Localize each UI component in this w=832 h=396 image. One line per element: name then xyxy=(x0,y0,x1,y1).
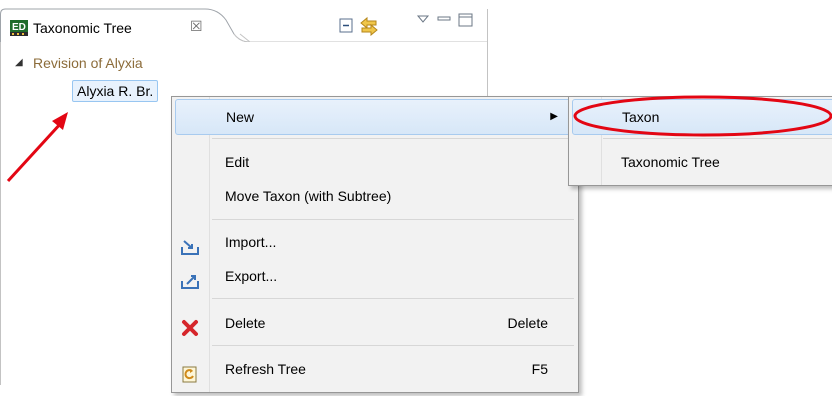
context-menu: New ▶ Edit Move Taxon (with Subtree) Imp… xyxy=(171,96,579,393)
tree-root-node[interactable]: Revision of Alyxia xyxy=(33,55,143,71)
tree-node-selected[interactable]: Alyxia R. Br. xyxy=(72,80,159,102)
menu-item-label: Taxonomic Tree xyxy=(621,154,720,170)
menu-item-new[interactable]: New ▶ xyxy=(175,99,575,135)
menu-separator xyxy=(212,219,574,220)
svg-text:ED: ED xyxy=(12,22,26,33)
new-submenu: Taxon Taxonomic Tree xyxy=(568,96,832,186)
tab-title[interactable]: Taxonomic Tree xyxy=(33,20,132,36)
menu-item-edit[interactable]: Edit xyxy=(172,144,578,180)
submenu-arrow-icon: ▶ xyxy=(550,111,558,122)
view-menu-icon[interactable] xyxy=(416,12,430,28)
tree-expand-arrow-icon[interactable]: ◢ xyxy=(15,57,23,68)
menu-item-label: Edit xyxy=(225,154,250,170)
menu-item-label: Move Taxon (with Subtree) xyxy=(225,188,392,204)
close-icon[interactable]: ☒ xyxy=(190,18,203,35)
menu-separator xyxy=(212,138,574,139)
menu-item-move-taxon[interactable]: Move Taxon (with Subtree) xyxy=(172,178,578,214)
maximize-icon[interactable] xyxy=(458,12,474,31)
submenu-item-taxon[interactable]: Taxon xyxy=(572,99,832,135)
submenu-item-taxonomic-tree[interactable]: Taxonomic Tree xyxy=(569,144,832,180)
menu-separator xyxy=(603,138,832,139)
menu-item-label: Delete xyxy=(225,315,266,331)
import-icon xyxy=(180,233,200,255)
menu-item-shortcut: Delete xyxy=(507,315,548,331)
view-tab-bar: ED Taxonomic Tree ☒ xyxy=(0,0,488,42)
ed-view-icon: ED xyxy=(10,20,28,36)
export-icon xyxy=(180,267,200,289)
annotation-arrow xyxy=(6,120,64,183)
minimize-icon[interactable] xyxy=(437,12,451,28)
annotation-arrow-head xyxy=(52,112,68,130)
menu-item-label: New xyxy=(226,109,255,125)
menu-separator xyxy=(212,345,574,346)
refresh-icon xyxy=(180,360,200,383)
menu-item-export[interactable]: Export... xyxy=(172,258,578,294)
menu-item-label: Taxon xyxy=(622,109,660,125)
menu-item-delete[interactable]: Delete Delete xyxy=(172,305,578,341)
menu-item-label: Refresh Tree xyxy=(225,361,306,377)
collapse-all-icon[interactable] xyxy=(337,16,355,37)
menu-separator xyxy=(212,298,574,299)
view-border-left xyxy=(0,42,1,385)
menu-item-label: Export... xyxy=(225,268,278,284)
link-with-editor-icon[interactable] xyxy=(359,16,379,39)
menu-item-refresh-tree[interactable]: Refresh Tree F5 xyxy=(172,351,578,387)
menu-item-shortcut: F5 xyxy=(531,361,548,377)
menu-item-label: Import... xyxy=(225,234,277,250)
menu-item-import[interactable]: Import... xyxy=(172,224,578,260)
view-border-right xyxy=(487,42,488,97)
delete-icon xyxy=(180,314,200,336)
